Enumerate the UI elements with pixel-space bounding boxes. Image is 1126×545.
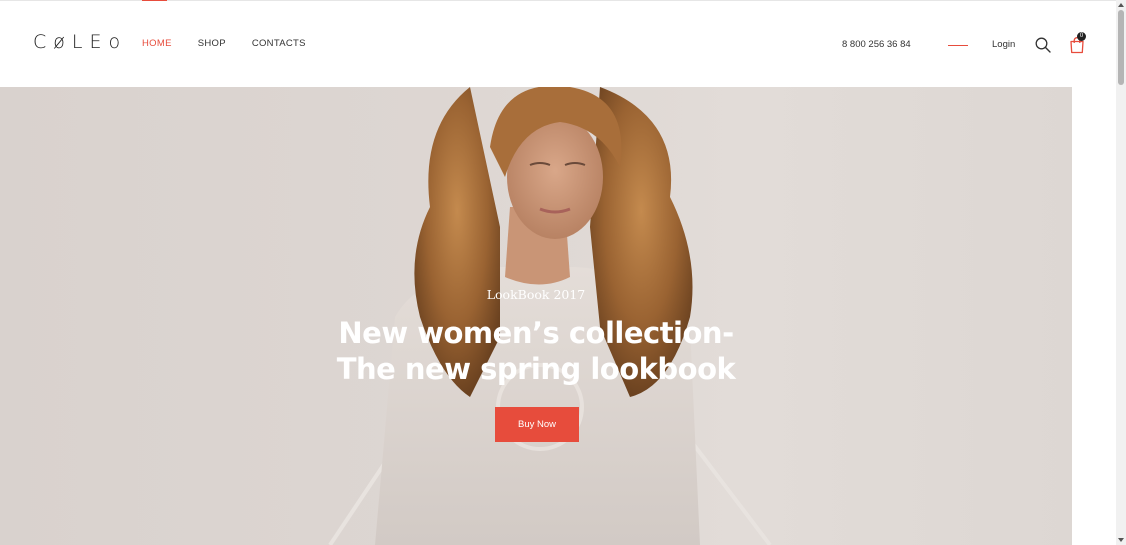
scroll-up-arrow-icon[interactable] [1118, 3, 1124, 7]
cart-count-badge: 0 [1077, 32, 1086, 41]
hero-title-line-1: New women’s collection- [338, 316, 734, 350]
main-nav: HOME SHOP CONTACTS [142, 38, 332, 49]
nav-contacts[interactable]: CONTACTS [252, 38, 306, 49]
scroll-down-arrow-icon[interactable] [1118, 538, 1124, 542]
search-icon[interactable] [1035, 37, 1051, 53]
site-logo[interactable]: CøLEo [33, 31, 127, 53]
site-header: CøLEo HOME SHOP CONTACTS 8 800 256 36 84… [0, 1, 1116, 87]
header-divider [948, 45, 968, 46]
hero-title: New women’s collection- The new spring l… [0, 315, 1072, 387]
nav-shop[interactable]: SHOP [198, 38, 226, 49]
hero-banner: LookBook 2017 New women’s collection- Th… [0, 87, 1072, 545]
buy-now-button[interactable]: Buy Now [495, 407, 579, 442]
hero-title-line-2: The new spring lookbook [336, 352, 736, 386]
login-link[interactable]: Login [992, 39, 1015, 50]
nav-home[interactable]: HOME [142, 38, 172, 49]
hero-eyebrow: LookBook 2017 [486, 287, 586, 302]
scrollbar-thumb[interactable] [1118, 10, 1124, 85]
phone-number[interactable]: 8 800 256 36 84 [842, 39, 911, 50]
